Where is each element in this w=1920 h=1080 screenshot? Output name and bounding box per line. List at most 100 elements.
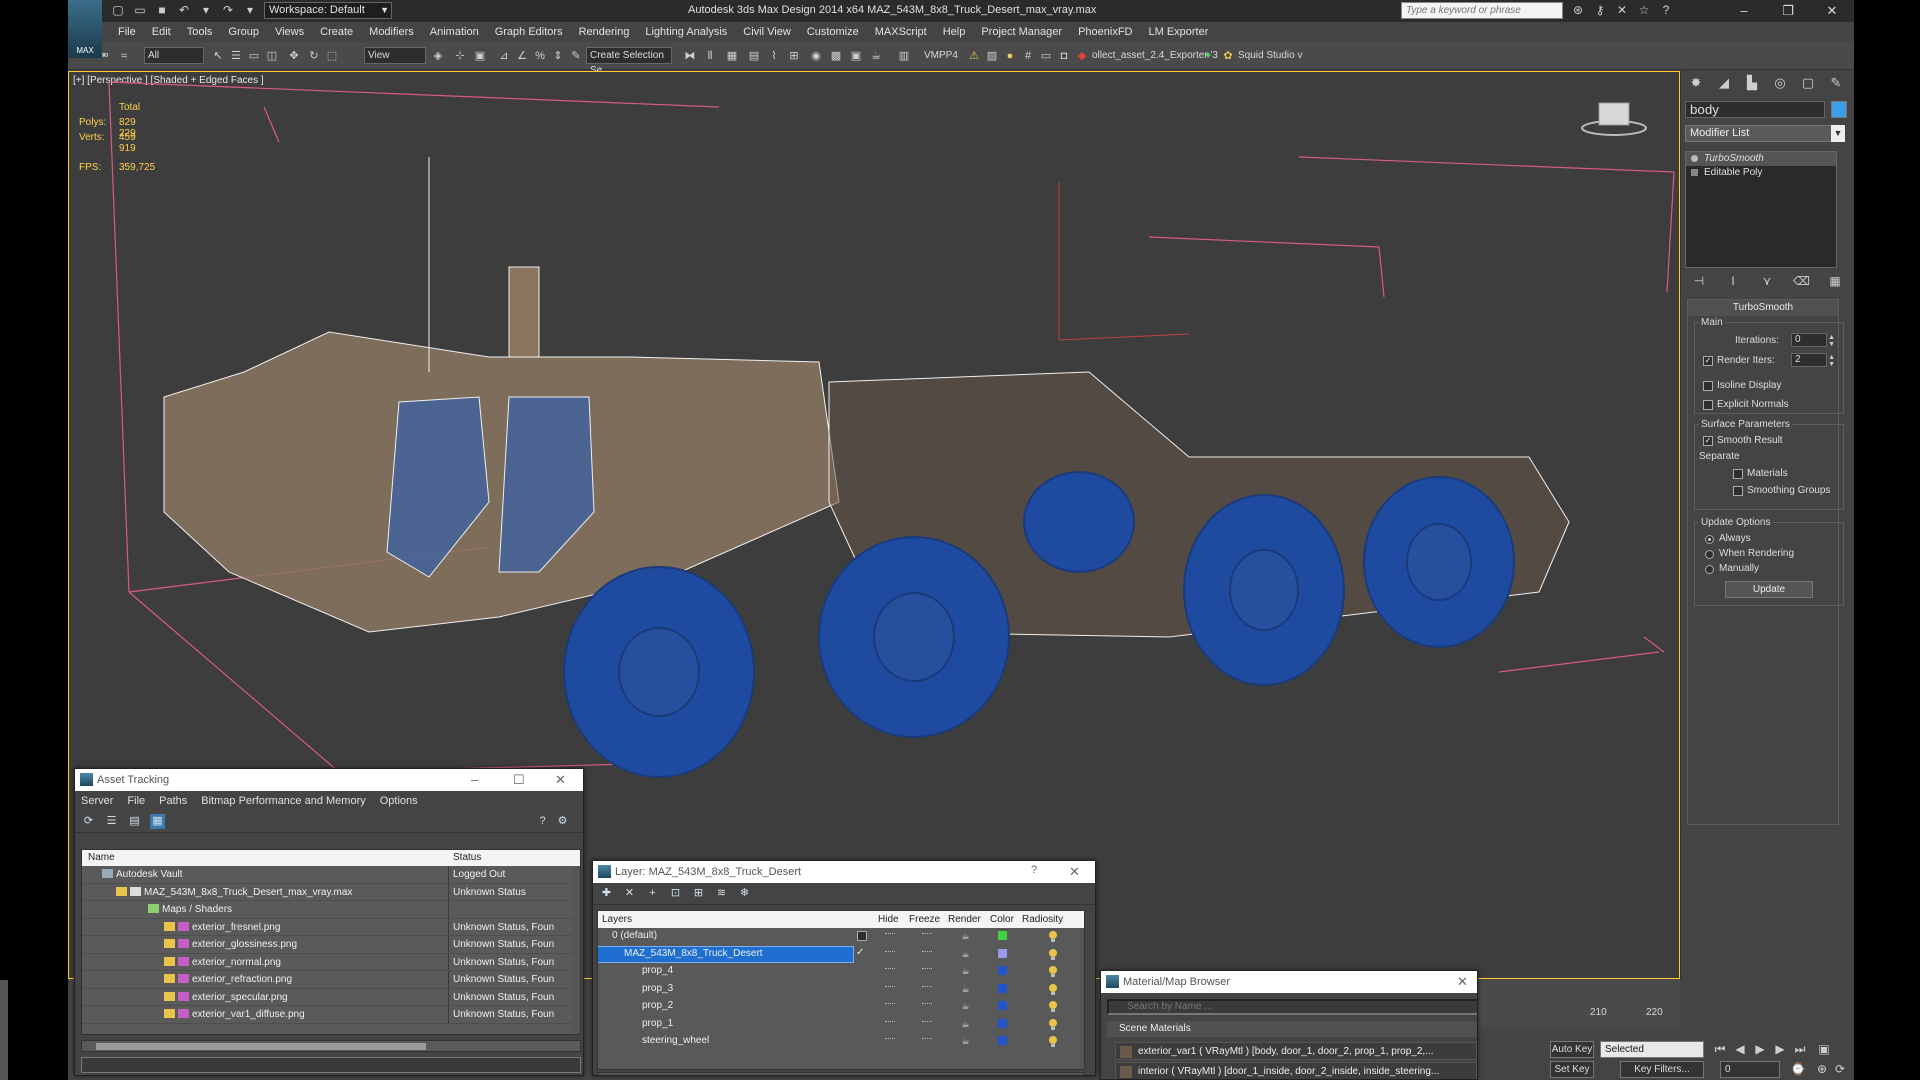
material-map-browser-window[interactable]: Material/Map Browser ✕ ▼ Scene Materials… [1100,970,1478,1080]
explicit-normals-checkbox[interactable] [1703,400,1713,410]
settings-icon[interactable]: ⚙ [555,814,570,829]
hide-toggle[interactable] [885,950,895,956]
menu-bitmap-performance[interactable]: Bitmap Performance and Memory [201,795,365,807]
camera-icon[interactable]: ◘ [1056,48,1072,64]
delete-layer-icon[interactable]: ✕ [622,886,637,901]
zoom-extents-icon[interactable]: ⊕ [1814,1061,1830,1077]
warning-icon[interactable]: ⚠ [966,48,982,64]
table-row[interactable]: exterior_refraction.png Unknown Status, F… [82,971,580,989]
reference-coord-dropdown[interactable]: View [364,47,426,64]
hide-toggle[interactable] [885,1038,895,1043]
menu-civil-view[interactable]: Civil View [743,26,790,38]
menu-lighting-analysis[interactable]: Lighting Analysis [645,26,727,38]
save-icon[interactable]: ■ [154,2,170,18]
snaps-toggle-icon[interactable]: ⊿ [496,48,512,64]
material-browser-titlebar[interactable]: Material/Map Browser ✕ [1101,971,1477,993]
undo-dropdown-icon[interactable]: ▾ [198,2,214,18]
new-file-icon[interactable]: ▢ [110,2,126,18]
help-button[interactable]: ? [1031,864,1037,876]
open-file-icon[interactable]: ▭ [132,2,148,18]
layer-color-swatch[interactable] [998,1036,1007,1045]
key-mode-toggle-icon[interactable]: ▣ [1816,1041,1832,1057]
scrollbar-thumb[interactable] [96,1043,426,1050]
thumbnail-view-icon[interactable]: ▤ [127,814,142,829]
menu-edit[interactable]: Edit [152,26,171,38]
layer-manager-titlebar[interactable]: Layer: MAZ_543M_8x8_Truck_Desert ? ✕ [593,861,1095,883]
window-crossing-icon[interactable]: ◫ [264,48,280,64]
current-layer-checkbox[interactable] [857,931,867,941]
rect-selection-icon[interactable]: ▭ [246,48,262,64]
freeze-toggle[interactable] [922,985,932,991]
render-production-icon[interactable]: ☕ [868,48,884,64]
layer-row[interactable]: prop_4 ☕ [598,963,1084,981]
display-tab-icon[interactable]: ▢ [1797,73,1819,93]
layer-manager-window[interactable]: Layer: MAZ_543M_8x8_Truck_Desert ? ✕ ✚ ✕… [592,860,1096,1076]
schematic-view-icon[interactable]: ⊞ [786,48,802,64]
tools-icon[interactable]: ✕ [1614,2,1630,18]
select-scale-icon[interactable]: ⬚ [324,48,340,64]
selection-filter-dropdown[interactable]: All [144,47,204,64]
vertical-scrollbar[interactable] [1080,929,1084,1069]
freeze-toggle[interactable] [922,1020,932,1026]
monitor-icon[interactable]: ▭ [1038,48,1054,64]
menu-project-manager[interactable]: Project Manager [981,26,1062,38]
grid-icon[interactable]: # [1020,48,1036,64]
list-view-icon[interactable]: ☰ [104,814,119,829]
radiosity-icon[interactable] [1047,1035,1059,1047]
menu-help[interactable]: Help [943,26,966,38]
menu-options[interactable]: Options [380,795,418,807]
close-icon[interactable]: ✕ [555,772,566,788]
table-row[interactable]: Autodesk Vault Logged Out [82,866,580,884]
update-button[interactable]: Update [1725,581,1813,598]
render-teapot-icon[interactable]: ☕ [960,1036,971,1046]
app-logo-icon[interactable]: MAX [68,0,102,58]
go-to-start-icon[interactable]: ⏮ [1712,1041,1728,1057]
freeze-toggle[interactable] [922,968,932,973]
restore-icon[interactable]: ❐ [1766,0,1810,22]
column-render[interactable]: Render [948,914,981,925]
orbit-icon[interactable]: ⟳ [1832,1061,1848,1077]
select-manipulate-icon[interactable]: ⊹ [452,48,468,64]
time-config-icon[interactable]: ⌚ [1790,1061,1806,1077]
layer-color-swatch[interactable] [998,966,1007,975]
edit-named-selection-icon[interactable]: ✎ [568,48,584,64]
layer-color-swatch[interactable] [998,931,1007,940]
table-row[interactable]: exterior_var1_diffuse.png Unknown Status,… [82,1006,580,1024]
hide-all-icon[interactable]: ≋ [714,886,729,901]
column-name[interactable]: Name [88,852,115,863]
help-icon[interactable]: ? [535,814,550,829]
pin-stack-icon[interactable]: ⊣ [1691,273,1707,289]
layer-row[interactable]: 0 (default) ☕ [598,928,1084,946]
redo-dropdown-icon[interactable]: ▾ [242,2,258,18]
when-rendering-radio[interactable] [1705,550,1714,559]
graphite-tools-icon[interactable]: ▤ [746,48,762,64]
table-row[interactable]: exterior_normal.png Unknown Status, Foun [82,953,580,971]
render-teapot-icon[interactable]: ☕ [960,949,971,959]
show-end-result-icon[interactable]: Ι [1725,273,1741,289]
exporter-label[interactable]: ollect_asset_2.4_Exporter '3 [1092,50,1218,61]
freeze-all-icon[interactable]: ❄ [737,886,752,901]
highlight-layer-icon[interactable]: ⊞ [691,886,706,901]
spinner-snap-icon[interactable]: ⇕ [550,48,566,64]
spinner-arrows-icon[interactable]: ▲ ▼ [1828,334,1835,348]
hide-toggle[interactable] [885,1003,895,1008]
go-to-end-icon[interactable]: ⏭ [1792,1041,1808,1057]
select-in-layer-icon[interactable]: ⊡ [668,886,683,901]
isoline-display-checkbox[interactable] [1703,381,1713,391]
freeze-toggle[interactable] [922,950,932,956]
scene-materials-group[interactable]: Scene Materials [1107,1021,1477,1037]
render-teapot-icon[interactable]: ☕ [960,1001,971,1011]
menu-server[interactable]: Server [81,795,113,807]
object-name-field[interactable] [1685,101,1825,118]
menu-group[interactable]: Group [228,26,259,38]
hierarchy-tab-icon[interactable]: ▙ [1741,73,1763,93]
align-icon[interactable]: ⫴ [702,48,718,64]
add-to-layer-icon[interactable]: + [645,886,660,901]
asset-tracking-titlebar[interactable]: Asset Tracking – ☐ ✕ [75,769,583,791]
exporter-icon[interactable]: ◆ [1074,48,1090,64]
smoothing-groups-checkbox[interactable] [1733,486,1743,496]
light-bulb-icon[interactable]: ● [1002,48,1018,64]
rendered-frame-icon[interactable]: ▣ [848,48,864,64]
freeze-toggle[interactable] [922,933,932,938]
select-by-name-icon[interactable]: ☰ [228,48,244,64]
